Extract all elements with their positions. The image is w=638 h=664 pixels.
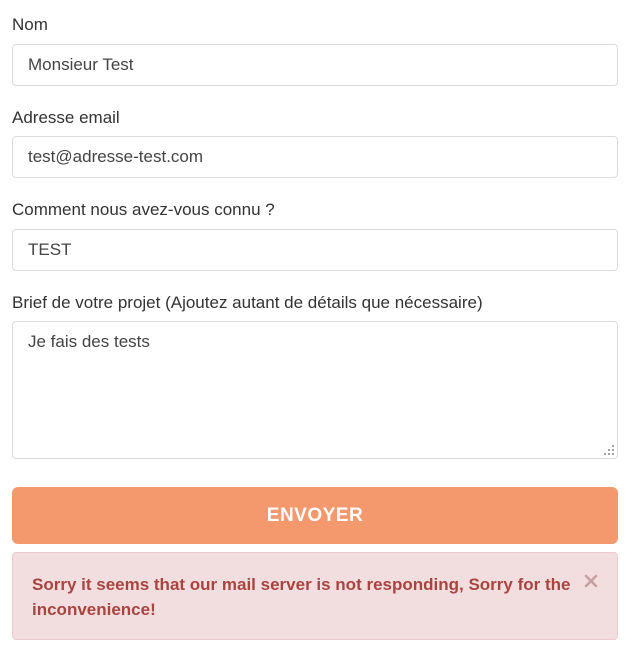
resize-grip-icon[interactable] (604, 445, 614, 455)
source-label: Comment nous avez-vous connu ? (12, 200, 275, 219)
submit-button[interactable]: ENVOYER (12, 487, 618, 544)
close-icon[interactable] (583, 573, 599, 589)
name-input[interactable] (12, 44, 618, 86)
brief-textarea[interactable]: Je fais des tests (12, 321, 618, 459)
email-label: Adresse email (12, 108, 120, 127)
email-input[interactable] (12, 136, 618, 178)
source-input[interactable] (12, 229, 618, 271)
close-icon-glyph (584, 574, 598, 588)
brief-label: Brief de votre projet (Ajoutez autant de… (12, 293, 483, 312)
alert-message: Sorry it seems that our mail server is n… (32, 575, 571, 619)
name-label: Nom (12, 15, 48, 34)
error-alert: Sorry it seems that our mail server is n… (12, 552, 618, 640)
